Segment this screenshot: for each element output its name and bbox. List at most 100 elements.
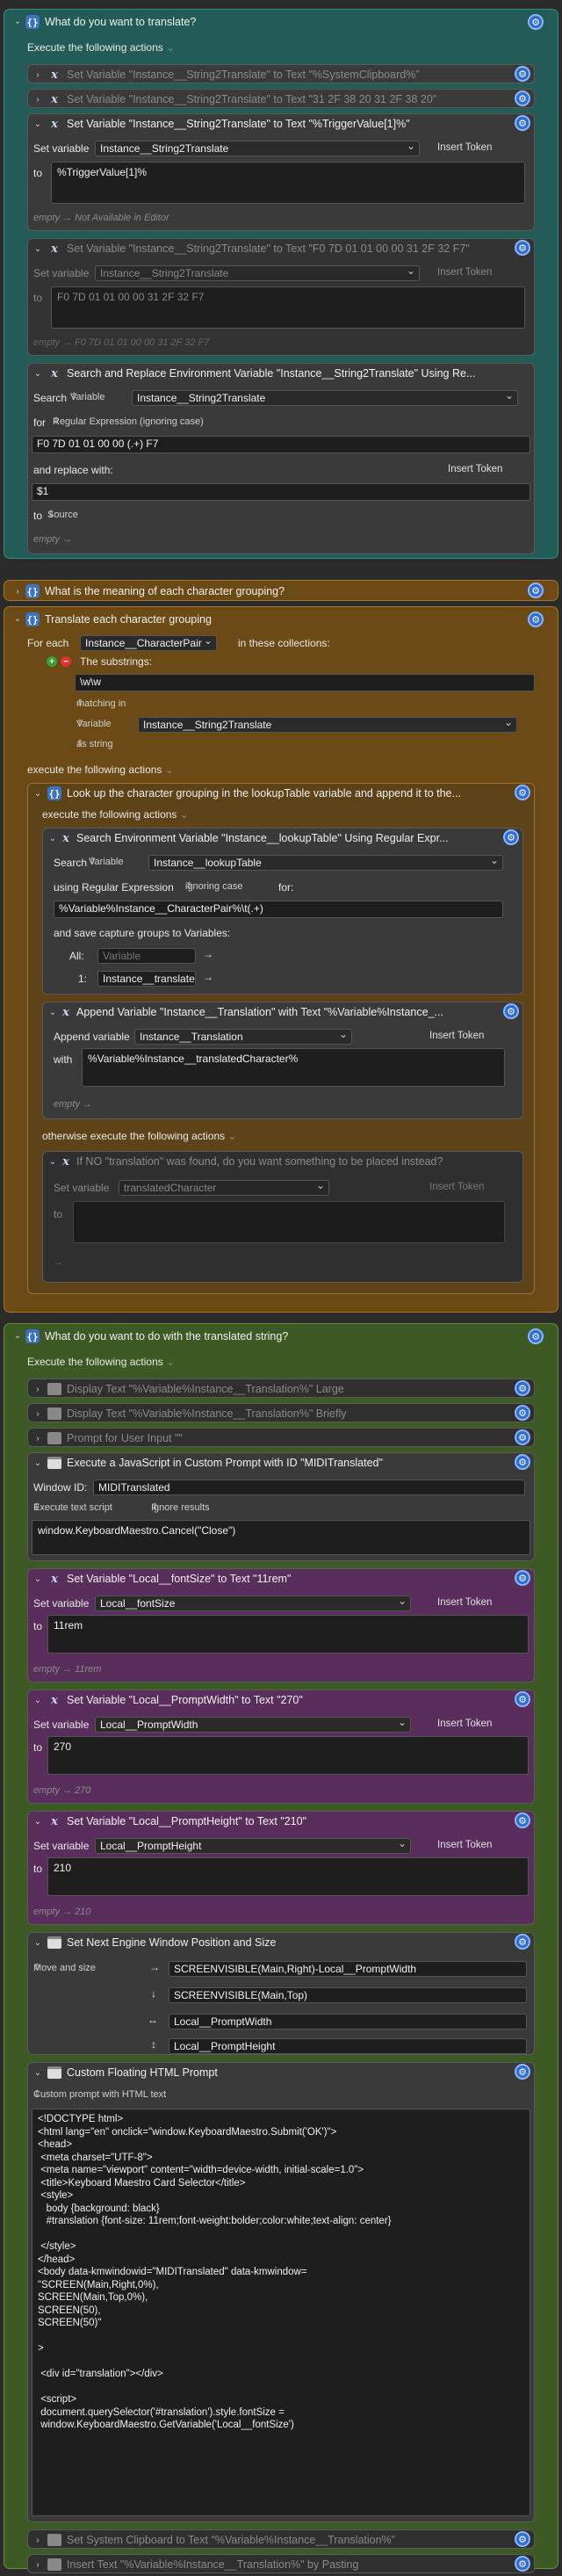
chevron-right-icon[interactable]: ›	[33, 70, 42, 80]
action-set-font-size[interactable]: ⌄ x Set Variable "Local__fontSize" to Te…	[27, 1568, 535, 1682]
variable-type-popup[interactable]: ⇕ Variable	[70, 392, 105, 402]
gear-icon[interactable]: ⚙	[515, 2531, 530, 2547]
insert-token-button[interactable]: Insert Token	[448, 464, 502, 474]
chevron-down-icon[interactable]: ⌄	[13, 1331, 22, 1341]
action-set-var-hex[interactable]: › x Set Variable "Instance__String2Trans…	[27, 89, 535, 108]
action-set-clipboard[interactable]: › Set System Clipboard to Text "%Variabl…	[27, 2529, 535, 2549]
group-what-to-do[interactable]: ⌄ {} What do you want to do with the tra…	[4, 1323, 558, 2573]
insert-token-button[interactable]: Insert Token	[437, 267, 492, 278]
matching-popup[interactable]: ⇕ matching in	[76, 698, 126, 709]
gear-icon[interactable]: ⚙	[528, 582, 544, 598]
chevron-down-icon[interactable]: ⌄	[48, 834, 57, 843]
x-position-field[interactable]: SCREENVISIBLE(Main,Right)-Local__PromptW…	[169, 1961, 527, 1977]
action-search-replace[interactable]: ⌄ x Search and Replace Environment Varia…	[27, 363, 535, 554]
action-if-no-translation[interactable]: ⌄ x If NO "translation" was found, do yo…	[42, 1151, 523, 1283]
chevron-down-icon[interactable]: ⌄	[33, 1574, 42, 1584]
variable-name-field[interactable]: translatedCharacter	[119, 1180, 329, 1196]
value-text-area[interactable]: 11rem	[47, 1615, 529, 1653]
y-position-field[interactable]: SCREENVISIBLE(Main,Top)	[169, 1987, 527, 2003]
substrings-pattern[interactable]: \w\w	[75, 674, 535, 691]
insert-token-button[interactable]: Insert Token	[429, 1031, 484, 1041]
arrow-icon[interactable]: →	[203, 948, 213, 960]
execute-label[interactable]: Execute the following actions ⌄	[27, 1356, 175, 1368]
action-set-window-position[interactable]: ⌄ Set Next Engine Window Position and Si…	[27, 1932, 535, 2055]
html-text-area[interactable]: <!DOCTYPE html> <html lang="en" onclick=…	[32, 2109, 530, 2516]
chevron-down-icon[interactable]: ⌄	[33, 244, 42, 254]
gear-icon[interactable]: ⚙	[528, 1328, 544, 1344]
source-popup[interactable]: ⇕ Source	[47, 510, 78, 520]
action-execute-javascript[interactable]: ⌄ Execute a JavaScript in Custom Prompt …	[27, 1452, 535, 1561]
gear-icon[interactable]: ⚙	[515, 1813, 530, 1828]
value-text-area[interactable]	[73, 1201, 505, 1243]
script-text-area[interactable]: window.KeyboardMaestro.Cancel("Close")	[32, 1520, 530, 1555]
as-string-popup[interactable]: ⇕ as string	[76, 739, 113, 749]
variable-name-field[interactable]: Local__fontSize	[95, 1596, 411, 1611]
move-and-size-popup[interactable]: ⇕ Move and size	[33, 1963, 96, 1973]
action-insert-text[interactable]: › Insert Text "%Variable%Instance__Trans…	[27, 2554, 535, 2573]
action-custom-html-prompt[interactable]: ⌄ Custom Floating HTML Prompt ⚙ ⇕ Custom…	[27, 2062, 535, 2522]
gear-icon[interactable]: ⚙	[515, 1429, 530, 1445]
variable-name-field[interactable]: Instance__Translation	[134, 1029, 352, 1045]
gear-icon[interactable]: ⚙	[515, 115, 530, 131]
action-set-var-clipboard[interactable]: › x Set Variable "Instance__String2Trans…	[27, 64, 535, 83]
chevron-right-icon[interactable]: ›	[13, 587, 22, 597]
variable-type-popup[interactable]: ⇕ Variable	[76, 719, 112, 729]
group-meaning[interactable]: › {} What is the meaning of each charact…	[4, 580, 558, 601]
replace-field[interactable]: $1	[32, 483, 530, 501]
prompt-type-popup[interactable]: ⇕ Custom prompt with HTML text	[33, 2089, 166, 2100]
action-set-prompt-height[interactable]: ⌄ x Set Variable "Local__PromptHeight" t…	[27, 1811, 535, 1925]
action-append-translation[interactable]: ⌄ x Append Variable "Instance__Translati…	[42, 1002, 523, 1119]
chevron-down-icon[interactable]: ⌄	[48, 1157, 57, 1167]
action-display-briefly[interactable]: › Display Text "%Variable%Instance__Tran…	[27, 1403, 535, 1422]
search-pattern-field[interactable]: %Variable%Instance__CharacterPair%\t(.+)	[54, 901, 503, 918]
gear-icon[interactable]: ⚙	[515, 240, 530, 256]
remove-icon[interactable]: −	[61, 656, 71, 667]
chevron-down-icon[interactable]: ⌄	[33, 119, 42, 129]
group-lookup[interactable]: ⌄ {} Look up the character grouping in t…	[27, 783, 535, 1294]
gear-icon[interactable]: ⚙	[515, 1691, 530, 1707]
chevron-down-icon[interactable]: ⌄	[33, 1817, 42, 1827]
gear-icon[interactable]: ⚙	[515, 66, 530, 82]
chevron-down-icon[interactable]: ⌄	[48, 1008, 57, 1017]
value-text-area[interactable]: 210	[47, 1857, 529, 1896]
group-what-to-translate[interactable]: ⌄ {} What do you want to translate? ⚙ Ex…	[4, 9, 558, 559]
chevron-down-icon[interactable]: ⌄	[33, 789, 42, 799]
insert-token-button[interactable]: Insert Token	[437, 142, 492, 153]
ignore-results-popup[interactable]: ⇕ Ignore results	[151, 1502, 210, 1513]
otherwise-label[interactable]: otherwise execute the following actions …	[42, 1130, 237, 1142]
gear-icon[interactable]: ⚙	[528, 14, 544, 30]
chevron-down-icon[interactable]: ⌄	[33, 1696, 42, 1705]
chevron-right-icon[interactable]: ›	[33, 1385, 42, 1394]
chevron-down-icon[interactable]: ⌄	[33, 2068, 42, 2078]
variable-name-field[interactable]: Instance__String2Translate	[95, 265, 420, 281]
chevron-down-icon[interactable]: ⌄	[33, 1458, 42, 1468]
chevron-down-icon[interactable]: ⌄	[33, 369, 42, 379]
gear-icon[interactable]: ⚙	[515, 1934, 530, 1950]
gear-icon[interactable]: ⚙	[515, 1454, 530, 1470]
value-text-area[interactable]: 270	[47, 1736, 529, 1775]
ignoring-case-popup[interactable]: ⇕ ignoring case	[185, 881, 242, 892]
variable-name-field[interactable]: Instance__lookupTable	[148, 855, 503, 871]
action-set-var-f0[interactable]: ⌄ x Set Variable "Instance__String2Trans…	[27, 238, 535, 356]
for-each-variable[interactable]: Instance__CharacterPair	[80, 635, 217, 651]
value-text-area[interactable]: %TriggerValue[1]%	[51, 162, 525, 204]
chevron-right-icon[interactable]: ›	[33, 2560, 42, 2570]
collection-variable[interactable]: Instance__String2Translate	[138, 717, 517, 733]
width-field[interactable]: Local__PromptWidth	[169, 2014, 527, 2030]
search-pattern-field[interactable]: F0 7D 01 01 00 00 (.+) F7	[32, 436, 530, 453]
arrow-icon[interactable]: →	[203, 971, 213, 983]
gear-icon[interactable]: ⚙	[515, 90, 530, 106]
regex-mode-popup[interactable]: ⇕ Regular Expression (ignoring case)	[53, 416, 204, 427]
chevron-down-icon[interactable]: ⌄	[13, 17, 22, 26]
gear-icon[interactable]: ⚙	[515, 1380, 530, 1396]
chevron-right-icon[interactable]: ›	[33, 95, 42, 105]
insert-token-button[interactable]: Insert Token	[437, 1840, 492, 1850]
action-prompt-user[interactable]: › Prompt for User Input "" ⚙	[27, 1428, 535, 1447]
chevron-down-icon[interactable]: ⌄	[13, 614, 22, 624]
gear-icon[interactable]: ⚙	[528, 611, 544, 627]
insert-token-button[interactable]: Insert Token	[429, 1182, 484, 1192]
insert-token-button[interactable]: Insert Token	[437, 1597, 492, 1608]
gear-icon[interactable]: ⚙	[515, 2556, 530, 2572]
gear-icon[interactable]: ⚙	[515, 1405, 530, 1421]
action-set-var-trigger[interactable]: ⌄ x Set Variable "Instance__String2Trans…	[27, 113, 535, 231]
